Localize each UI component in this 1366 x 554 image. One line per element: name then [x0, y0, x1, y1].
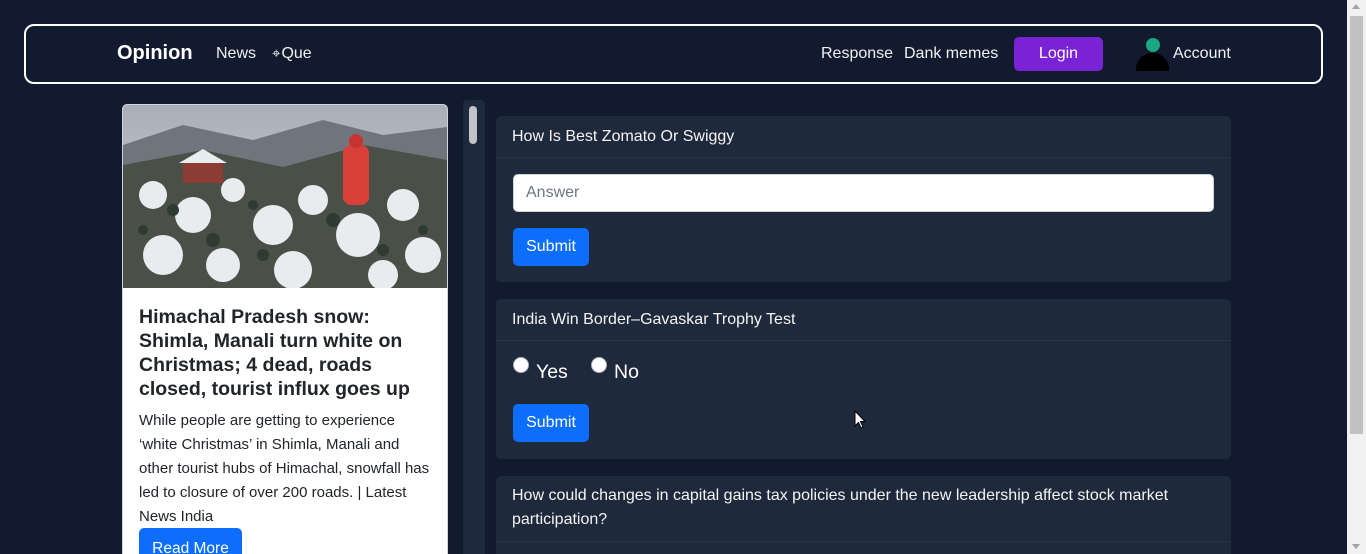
scroll-down-icon[interactable]: [1352, 544, 1360, 549]
mouse-cursor-icon: [854, 410, 867, 429]
question-card: How Is Best Zomato Or Swiggy Submit: [496, 116, 1231, 282]
submit-button[interactable]: Submit: [513, 228, 589, 266]
question-card: How could changes in capital gains tax p…: [496, 476, 1231, 554]
radio-no[interactable]: [591, 357, 607, 373]
answer-input[interactable]: [513, 174, 1214, 212]
news-scrollbar[interactable]: [463, 100, 485, 554]
avatar-icon[interactable]: [1136, 38, 1169, 72]
news-scrollbar-thumb[interactable]: [469, 106, 477, 144]
question-title: India Win Border–Gavaskar Trophy Test: [496, 299, 1231, 341]
nav-link-que-label: Que: [281, 45, 312, 62]
scroll-up-icon[interactable]: [1352, 4, 1360, 9]
page-scrollbar-thumb[interactable]: [1350, 16, 1363, 434]
brand-logo[interactable]: Opinion: [117, 42, 193, 65]
radio-yes[interactable]: [513, 357, 529, 373]
login-button[interactable]: Login: [1014, 37, 1103, 71]
question-title: How Is Best Zomato Or Swiggy: [496, 116, 1231, 158]
nav-link-response[interactable]: Response: [821, 45, 893, 63]
question-title: How could changes in capital gains tax p…: [496, 476, 1231, 542]
account-link[interactable]: Account: [1173, 45, 1231, 63]
nav-link-news[interactable]: News: [216, 45, 256, 63]
radio-yes-label[interactable]: Yes: [536, 361, 568, 384]
news-image: [123, 105, 447, 288]
radio-no-label[interactable]: No: [614, 361, 639, 384]
nav-link-dank-memes[interactable]: Dank memes: [904, 45, 998, 63]
question-card: India Win Border–Gavaskar Trophy Test Ye…: [496, 299, 1231, 459]
submit-button[interactable]: Submit: [513, 404, 589, 442]
news-title: Himachal Pradesh snow: Shimla, Manali tu…: [139, 306, 410, 400]
news-card: Himachal Pradesh snow: Shimla, Manali tu…: [122, 104, 448, 554]
navbar: Opinion News ⌖Que Response Dank memes Lo…: [24, 24, 1323, 84]
plus-diamond-icon: ⌖: [272, 45, 281, 62]
news-text: While people are getting to experience ‘…: [139, 412, 430, 525]
read-more-button[interactable]: Read More: [139, 528, 242, 554]
nav-link-que[interactable]: ⌖Que: [272, 45, 312, 63]
page-scrollbar[interactable]: [1347, 0, 1366, 554]
